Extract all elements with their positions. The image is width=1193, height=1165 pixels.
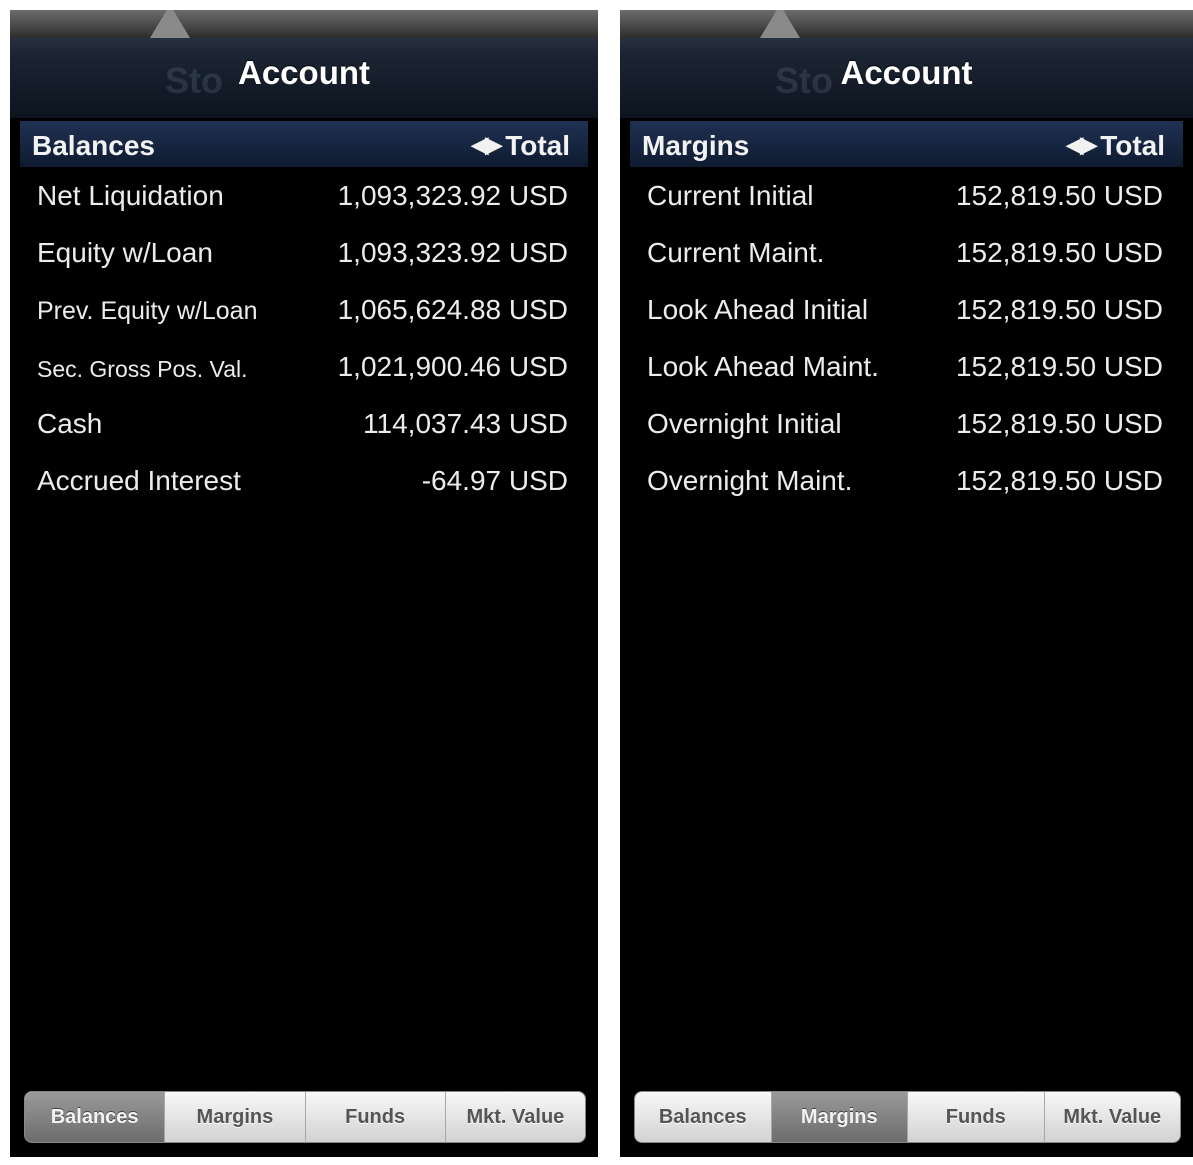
list-row-current-maint[interactable]: Current Maint. 152,819.50 USD [620, 224, 1193, 281]
total-sort-button[interactable]: ◀▶ Total [471, 130, 570, 162]
sort-label: Total [1100, 130, 1165, 161]
section-label: Margins [642, 130, 750, 161]
navigation-bar: Sto Account [620, 10, 1193, 118]
row-label: Equity w/Loan [37, 237, 213, 268]
row-label: Look Ahead Maint. [647, 351, 879, 382]
balances-list: Net Liquidation 1,093,323.92 USD Equity … [10, 167, 598, 509]
list-row-equity-w-loan[interactable]: Equity w/Loan 1,093,323.92 USD [10, 224, 598, 281]
tab-funds[interactable]: Funds [908, 1092, 1045, 1142]
sort-label: Total [505, 130, 570, 161]
row-value: 1,021,900.46 USD [337, 351, 568, 382]
navigation-bar: Sto Account [10, 10, 598, 118]
account-panel-balances: Sto Account Balances ◀▶ Total Net Liquida… [10, 10, 598, 1157]
row-value: 152,819.50 USD [955, 351, 1163, 382]
tab-balances[interactable]: Balances [25, 1092, 166, 1142]
row-label: Accrued Interest [37, 465, 241, 496]
list-row-accrued-interest[interactable]: Accrued Interest -64.97 USD [10, 452, 598, 509]
list-row-current-initial[interactable]: Current Initial 152,819.50 USD [620, 167, 1193, 224]
section-label: Balances [32, 130, 155, 161]
row-value: 114,037.43 USD [363, 408, 568, 439]
list-row-overnight-maint[interactable]: Overnight Maint. 152,819.50 USD [620, 452, 1193, 509]
row-label: Overnight Initial [647, 408, 842, 439]
row-label: Net Liquidation [37, 180, 224, 211]
left-right-arrows-icon: ◀▶ [471, 132, 502, 157]
row-label: Cash [37, 408, 103, 439]
list-row-look-ahead-maint[interactable]: Look Ahead Maint. 152,819.50 USD [620, 338, 1193, 395]
row-value: 1,093,323.92 USD [337, 237, 568, 268]
row-value: 152,819.50 USD [955, 465, 1163, 496]
section-header: Balances ◀▶ Total [20, 121, 588, 167]
list-row-overnight-initial[interactable]: Overnight Initial 152,819.50 USD [620, 395, 1193, 452]
list-row-prev-equity-w-loan[interactable]: Prev. Equity w/Loan 1,065,624.88 USD [10, 281, 598, 338]
tab-mkt-value[interactable]: Mkt. Value [1045, 1092, 1181, 1142]
tab-mkt-value[interactable]: Mkt. Value [446, 1092, 585, 1142]
row-label: Sec. Gross Pos. Val. [37, 356, 248, 382]
list-row-sec-gross-pos-val[interactable]: Sec. Gross Pos. Val. 1,021,900.46 USD [10, 338, 598, 395]
segmented-control: Balances Margins Funds Mkt. Value [634, 1091, 1181, 1143]
row-label: Overnight Maint. [647, 465, 853, 496]
list-row-look-ahead-initial[interactable]: Look Ahead Initial 152,819.50 USD [620, 281, 1193, 338]
row-value: -64.97 USD [421, 465, 568, 496]
section-header: Margins ◀▶ Total [630, 121, 1183, 167]
row-label: Look Ahead Initial [647, 294, 869, 325]
page-title: Account [840, 54, 973, 91]
left-right-arrows-icon: ◀▶ [1066, 132, 1097, 157]
row-label: Prev. Equity w/Loan [37, 297, 258, 325]
popover-edge [620, 10, 1193, 38]
margins-list: Current Initial 152,819.50 USD Current M… [620, 167, 1193, 509]
tab-margins[interactable]: Margins [165, 1092, 306, 1142]
row-label: Current Initial [647, 180, 814, 211]
tab-margins[interactable]: Margins [771, 1092, 908, 1142]
row-value: 152,819.50 USD [955, 408, 1163, 439]
row-value: 1,093,323.92 USD [337, 180, 568, 211]
row-value: 152,819.50 USD [955, 180, 1163, 211]
popover-edge [10, 10, 598, 38]
row-value: 152,819.50 USD [955, 294, 1163, 325]
row-value: 1,065,624.88 USD [337, 294, 568, 325]
page-title: Account [238, 54, 370, 91]
total-sort-button[interactable]: ◀▶ Total [1066, 130, 1165, 162]
tab-balances[interactable]: Balances [635, 1092, 772, 1142]
tab-funds[interactable]: Funds [306, 1092, 446, 1142]
row-value: 152,819.50 USD [955, 237, 1163, 268]
row-label: Current Maint. [647, 237, 825, 268]
list-row-cash[interactable]: Cash 114,037.43 USD [10, 395, 598, 452]
list-row-net-liquidation[interactable]: Net Liquidation 1,093,323.92 USD [10, 167, 598, 224]
account-panel-margins: Sto Account Margins ◀▶ Total Current Init… [620, 10, 1193, 1157]
segmented-control: Balances Margins Funds Mkt. Value [24, 1091, 586, 1143]
